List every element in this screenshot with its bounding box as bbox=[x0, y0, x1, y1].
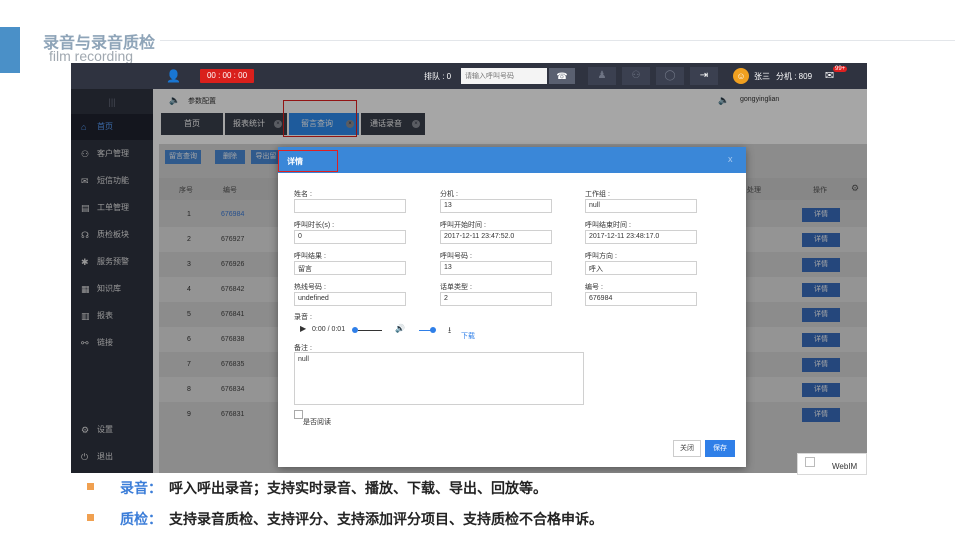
bullet-marker bbox=[87, 483, 94, 490]
hotline-field[interactable]: undefined bbox=[294, 292, 406, 306]
result-label: 呼叫结果 : bbox=[294, 253, 326, 260]
bill-type-field[interactable]: 2 bbox=[440, 292, 552, 306]
volume-knob[interactable] bbox=[430, 327, 436, 333]
number-label: 呼叫号码 : bbox=[440, 253, 472, 260]
top-bar: 👤 00 : 00 : 00 排队 : 0 ☎ ♟ ⚇ ◯ ⇥ ☺ 张三 分机 … bbox=[71, 63, 867, 89]
name-field[interactable] bbox=[294, 199, 406, 213]
app-screenshot: 👤 00 : 00 : 00 排队 : 0 ☎ ♟ ⚇ ◯ ⇥ ☺ 张三 分机 … bbox=[71, 63, 867, 473]
webim-label: WebIM bbox=[832, 462, 858, 471]
read-checkbox[interactable] bbox=[294, 410, 303, 419]
webim-image-icon bbox=[805, 457, 815, 467]
bullet-marker bbox=[87, 514, 94, 521]
save-button[interactable]: 保存 bbox=[705, 440, 735, 457]
slide-divider bbox=[160, 40, 955, 41]
queue-count: 排队 : 0 bbox=[424, 72, 452, 81]
conference-icon[interactable]: ⚇ bbox=[622, 67, 650, 85]
volume-icon[interactable]: 🔊 bbox=[395, 324, 405, 333]
number-field[interactable]: 13 bbox=[440, 261, 552, 275]
user-name: 张三 bbox=[754, 72, 770, 81]
bill-type-label: 话单类型 : bbox=[440, 284, 472, 291]
webim-widget[interactable]: WebIM bbox=[797, 453, 867, 475]
start-time-label: 呼叫开始时间 : bbox=[440, 222, 486, 229]
call-timer: 00 : 00 : 00 bbox=[200, 69, 254, 83]
slide-accent-bar bbox=[0, 27, 20, 73]
end-time-label: 呼叫结束时间 : bbox=[585, 222, 631, 229]
hotline-label: 热线号码 : bbox=[294, 284, 326, 291]
code-field[interactable]: 676984 bbox=[585, 292, 697, 306]
bullet-term: 录音： bbox=[120, 480, 162, 496]
agent-icon[interactable]: 👤 bbox=[166, 69, 181, 83]
bullet-text: 支持录音质检、支持评分、支持添加评分项目、支持质检不合格申诉。 bbox=[169, 511, 603, 527]
bullet-text: 呼入呼出录音；支持实时录音、播放、下载、导出、回放等。 bbox=[169, 480, 547, 496]
signout-icon[interactable]: ⇥ bbox=[690, 67, 718, 85]
progress-track[interactable] bbox=[358, 330, 382, 331]
download-link[interactable]: 下载 bbox=[461, 331, 475, 341]
close-button[interactable]: 关闭 bbox=[673, 440, 701, 457]
start-time-field[interactable]: 2017-12-11 23:47:52.0 bbox=[440, 230, 552, 244]
audio-time: 0:00 / 0:01 bbox=[312, 326, 346, 333]
direction-field[interactable]: 呼入 bbox=[585, 261, 697, 275]
direction-label: 呼叫方向 : bbox=[585, 253, 617, 260]
result-field[interactable]: 留言 bbox=[294, 261, 406, 275]
group-field[interactable]: null bbox=[585, 199, 697, 213]
dial-input[interactable] bbox=[461, 68, 547, 84]
duration-field[interactable]: 0 bbox=[294, 230, 406, 244]
extension-label: 分机 : 809 bbox=[776, 72, 813, 81]
group-label: 工作组 : bbox=[585, 191, 610, 198]
transfer-icon[interactable]: ◯ bbox=[656, 67, 684, 85]
avatar[interactable]: ☺ bbox=[733, 68, 749, 84]
note-textarea[interactable]: null bbox=[294, 352, 584, 405]
phone-icon: ☎ bbox=[556, 71, 568, 81]
play-icon[interactable]: ▶ bbox=[300, 324, 306, 333]
call-button[interactable]: ☎ bbox=[549, 68, 575, 84]
ext-field[interactable]: 13 bbox=[440, 199, 552, 213]
title-highlight-box bbox=[278, 150, 338, 172]
close-icon[interactable]: x bbox=[728, 154, 733, 164]
read-label: 是否阅读 bbox=[303, 419, 331, 426]
hold-icon[interactable]: ♟ bbox=[588, 67, 616, 85]
slide-subtitle: film recording bbox=[49, 48, 134, 64]
modal-header: 详情 x bbox=[278, 147, 746, 173]
ext-label: 分机 : bbox=[440, 191, 458, 198]
code-label: 编号 : bbox=[585, 284, 603, 291]
detail-modal: 详情 x 姓名 : 分机 : 13 工作组 : null 呼叫时长(s) : 0… bbox=[278, 147, 746, 467]
recording-label: 录音 : bbox=[294, 314, 312, 321]
end-time-field[interactable]: 2017-12-11 23:48:17.0 bbox=[585, 230, 697, 244]
bullet-term: 质检： bbox=[120, 511, 162, 527]
duration-label: 呼叫时长(s) : bbox=[294, 222, 335, 229]
download-icon[interactable]: ⭳ bbox=[448, 323, 451, 339]
name-label: 姓名 : bbox=[294, 191, 312, 198]
mail-badge: 99+ bbox=[833, 66, 848, 72]
